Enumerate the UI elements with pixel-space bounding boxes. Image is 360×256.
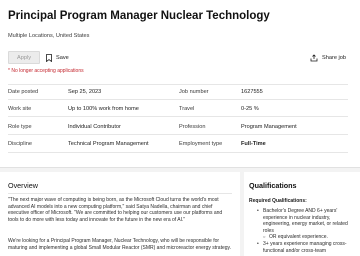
divider <box>8 193 232 194</box>
divider <box>8 116 348 117</box>
discipline-label: Discipline <box>8 141 32 147</box>
divider <box>8 84 348 85</box>
qualifications-heading: Qualifications <box>249 181 297 190</box>
date-posted-value: Sep 25, 2023 <box>68 89 102 95</box>
profession-label: Profession <box>179 124 206 130</box>
employment-type-label: Employment type <box>179 141 223 147</box>
list-item: Bachelor's Degree AND 6+ years' experien… <box>257 208 357 234</box>
travel-value: 0-25 % <box>241 106 259 112</box>
role-type-label: Role type <box>8 124 32 130</box>
job-location: Multiple Locations, United States <box>8 33 90 39</box>
job-number-value: 1627555 <box>241 89 263 95</box>
qualifications-list: Bachelor's Degree AND 6+ years' experien… <box>257 208 357 254</box>
no-longer-accepting-notice: * No longer accepting applications <box>8 68 84 74</box>
qualifications-section: Qualifications Required Qualifications: … <box>244 172 360 256</box>
share-job-label: Share job <box>322 54 346 61</box>
list-item: 3+ years experience managing cross-funct… <box>257 241 357 254</box>
role-type-value: Individual Contributor <box>68 124 121 130</box>
bookmark-icon <box>46 53 52 62</box>
job-number-label: Job number <box>179 89 209 95</box>
work-site-value: Up to 100% work from home <box>68 106 139 112</box>
apply-button[interactable]: Apply <box>8 51 40 64</box>
overview-role-paragraph: We're looking for a Principal Program Ma… <box>8 238 232 251</box>
share-icon <box>310 53 318 62</box>
overview-heading: Overview <box>8 181 38 190</box>
job-header-card: Principal Program Manager Nuclear Techno… <box>0 0 360 168</box>
employment-type-value: Full-Time <box>241 141 266 147</box>
divider <box>8 134 348 135</box>
overview-quote-paragraph: "The next major wave of computing is bei… <box>8 197 223 223</box>
overview-section: Overview "The next major wave of computi… <box>0 172 240 256</box>
save-label: Save <box>56 54 69 61</box>
discipline-value: Technical Program Management <box>68 141 149 147</box>
date-posted-label: Date posted <box>8 89 39 95</box>
profession-value: Program Management <box>241 124 297 130</box>
save-button[interactable]: Save <box>46 51 69 64</box>
divider <box>8 152 348 153</box>
work-site-label: Work site <box>8 106 32 112</box>
divider <box>8 99 348 100</box>
required-qualifications-heading: Required Qualifications: <box>249 198 307 204</box>
job-title: Principal Program Manager Nuclear Techno… <box>8 10 270 22</box>
share-job-button[interactable]: Share job <box>310 51 346 64</box>
travel-label: Travel <box>179 106 195 112</box>
list-item: OR equivalent experience. <box>257 234 357 241</box>
